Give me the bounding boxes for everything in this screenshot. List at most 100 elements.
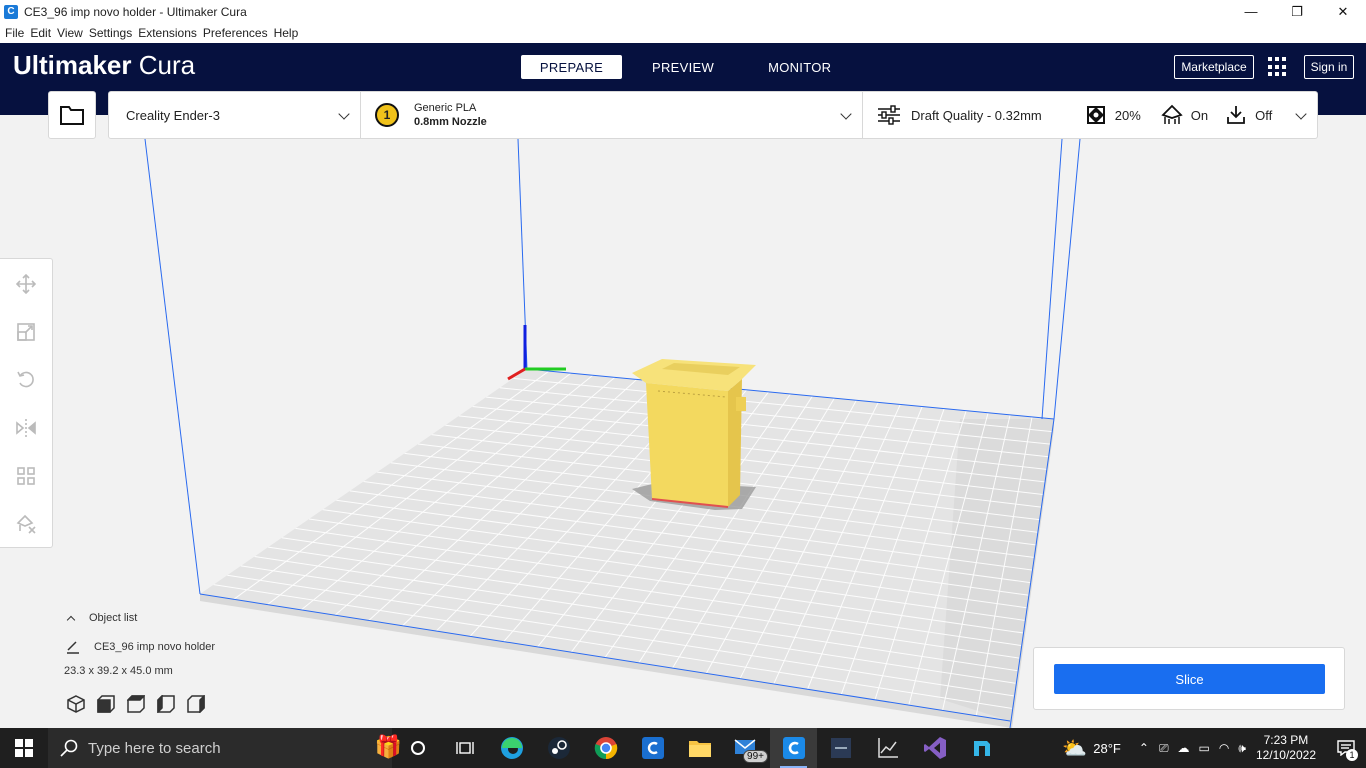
wifi-icon[interactable]: ◠ [1219,741,1229,755]
move-tool-button[interactable] [14,272,38,296]
chevron-up-icon[interactable]: ⌃ [1139,741,1149,755]
clock-date: 12/10/2022 [1255,748,1316,762]
onedrive-icon[interactable]: ☁ [1178,741,1190,755]
menu-extensions[interactable]: Extensions [135,26,200,40]
support-blocker-icon [16,514,36,534]
menu-edit[interactable]: Edit [27,26,54,40]
cura-old-button[interactable] [629,728,676,768]
tab-monitor[interactable]: MONITOR [744,55,855,79]
printer-name: Creality Ender-3 [126,107,220,123]
menu-help[interactable]: Help [271,26,302,40]
menu-file[interactable]: File [2,26,27,40]
material-selector[interactable]: 1 Generic PLA 0.8mm Nozzle [361,92,863,138]
menu-preferences[interactable]: Preferences [200,26,271,40]
stats-app-button[interactable] [864,728,911,768]
meet-now-icon[interactable]: ⎚ [1159,741,1169,756]
menu-settings[interactable]: Settings [86,26,135,40]
chevron-down-icon [840,108,852,120]
minimize-button[interactable]: — [1228,0,1274,23]
scale-icon [17,323,35,341]
weather-temp[interactable]: 28°F [1093,741,1121,756]
adhesion-value: Off [1255,107,1273,123]
cube-left-icon [157,695,175,713]
pencil-icon [67,641,79,654]
object-name-row[interactable]: CE3_96 imp novo holder [64,639,215,655]
support-value: On [1190,107,1209,123]
chrome-button[interactable] [582,728,629,768]
support-blocker-button[interactable] [14,512,38,536]
tab-preview[interactable]: PREVIEW [628,55,738,79]
scale-tool-button[interactable] [14,320,38,344]
terminal-button[interactable] [817,728,864,768]
weather-icon: ⛅ [1062,737,1088,760]
sliders-icon [878,105,900,125]
per-model-settings-icon [17,467,35,485]
chevron-down-icon [1295,108,1307,120]
notifications-button[interactable]: 1 [1326,728,1366,768]
mirror-icon [16,419,36,437]
brand-bold: Ultimaker [13,50,132,80]
clock-time: 7:23 PM [1263,733,1309,747]
printer-selector[interactable]: Creality Ender-3 [109,92,361,138]
battery-icon[interactable]: ▭ [1199,741,1210,755]
nomachine-button[interactable] [958,728,1005,768]
menu-view[interactable]: View [54,26,86,40]
folder-icon [60,106,84,125]
object-list-label: Object list [89,612,138,624]
mail-badge: 99+ [743,750,768,763]
cura-active-button[interactable] [770,728,817,768]
view-3d-button[interactable] [66,694,86,714]
chrome-icon [594,737,617,760]
search-placeholder: Type here to search [88,739,221,757]
rotate-icon [17,371,34,388]
maximize-button[interactable]: ❐ [1274,0,1320,23]
object-list-toggle[interactable]: Object list [64,610,215,626]
cube-top-icon [127,695,145,713]
title-bar: C CE3_96 imp novo holder - Ultimaker Cur… [0,0,1366,23]
terminal-icon [830,738,851,758]
steam-icon [547,737,570,759]
edge-button[interactable] [488,728,535,768]
view-front-button[interactable] [96,694,116,714]
tool-panel [0,258,53,548]
notification-count: 1 [1346,749,1358,761]
brand-light: Cura [138,50,196,80]
view-right-button[interactable] [186,694,206,714]
cortana-icon [410,741,425,755]
print-setup-bar: Creality Ender-3 1 Generic PLA 0.8mm Noz… [108,91,1318,139]
cura-icon [641,737,664,759]
marketplace-button[interactable]: Marketplace [1174,55,1254,79]
brand-logo: Ultimaker Cura [13,50,195,81]
visual-studio-button[interactable] [911,728,958,768]
material-name: Generic PLA [414,102,477,114]
tab-prepare[interactable]: PREPARE [521,55,622,79]
print-settings-selector[interactable]: Draft Quality - 0.32mm 20% On Off [863,92,1317,138]
cortana-button[interactable] [394,728,441,768]
start-button[interactable] [0,728,48,768]
view-top-button[interactable] [126,694,146,714]
edge-icon [500,737,523,759]
object-name: CE3_96 imp novo holder [94,641,216,653]
steam-button[interactable] [535,728,582,768]
mail-button[interactable]: 99+ [723,728,770,768]
per-model-settings-button[interactable] [14,464,38,488]
taskbar-search-box[interactable]: Type here to search 🎁 [48,728,402,768]
clock[interactable]: 7:23 PM 12/10/2022 [1256,733,1316,763]
slice-panel: Slice [1033,647,1345,710]
support-icon [1161,104,1183,124]
volume-icon[interactable]: 🕪 [1238,741,1246,756]
slice-button[interactable]: Slice [1054,664,1325,694]
file-explorer-button[interactable] [676,728,723,768]
close-button[interactable]: ✕ [1320,0,1366,23]
mirror-tool-button[interactable] [14,416,38,440]
rotate-tool-button[interactable] [14,367,38,391]
cube-3d-icon [67,695,85,713]
windows-logo-icon [15,739,33,757]
view-left-button[interactable] [156,694,176,714]
open-file-button[interactable] [48,91,96,139]
task-view-button[interactable] [441,728,488,768]
sign-in-button[interactable]: Sign in [1304,55,1354,79]
chevron-up-icon [66,615,76,624]
cube-front-icon [97,695,115,713]
apps-grid-icon[interactable] [1268,57,1288,77]
